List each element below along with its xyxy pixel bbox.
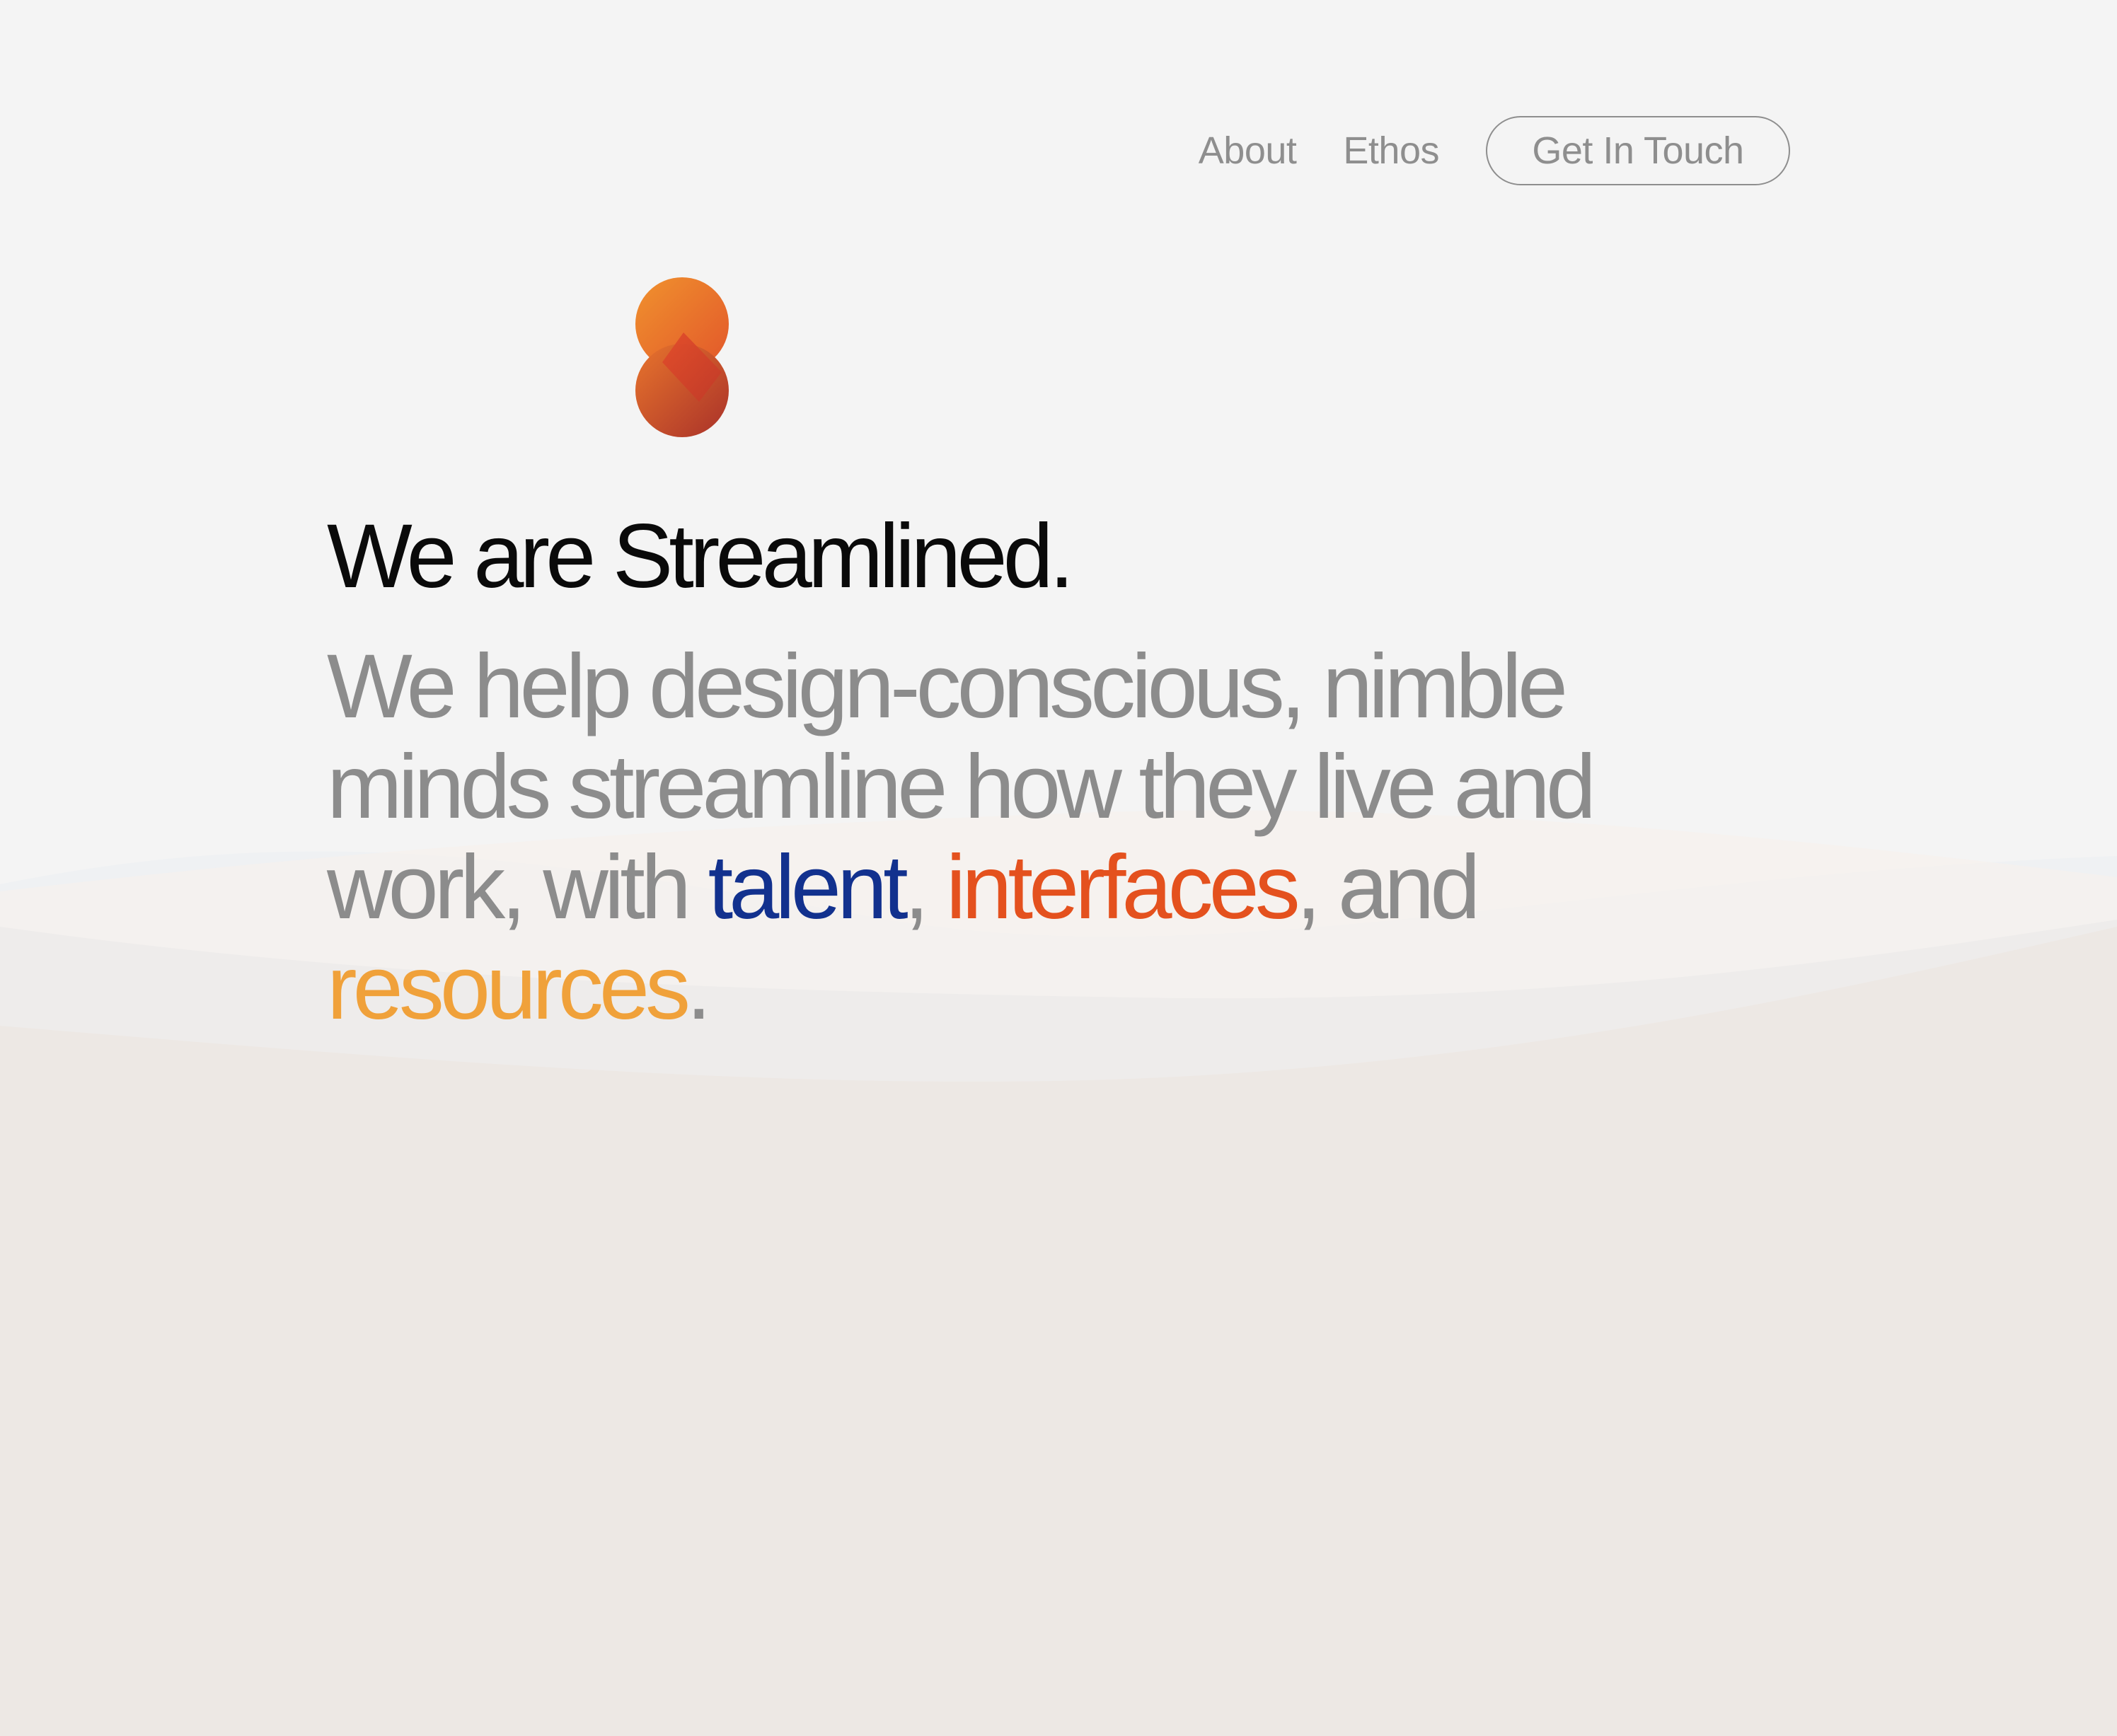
description-and: , and <box>1296 837 1481 938</box>
streamlined-s-logo-icon <box>635 277 729 437</box>
hero-headline: We are Streamlined. <box>327 506 1074 607</box>
highlight-interfaces: interfaces <box>945 837 1300 938</box>
nav-link-ethos[interactable]: Ethos <box>1343 129 1439 173</box>
top-nav: About Ethos Get In Touch <box>1175 115 1790 187</box>
landing-page: About Ethos Get In Touch We are Streamli… <box>0 0 2117 1736</box>
hero-description: We help design-conscious, nimble minds s… <box>327 637 1671 1038</box>
get-in-touch-button[interactable]: Get In Touch <box>1486 116 1790 185</box>
description-period: . <box>686 937 711 1038</box>
nav-link-about[interactable]: About <box>1199 129 1297 173</box>
highlight-resources: resources <box>327 937 691 1038</box>
highlight-talent: talent <box>708 837 908 938</box>
description-comma: , <box>904 837 946 938</box>
